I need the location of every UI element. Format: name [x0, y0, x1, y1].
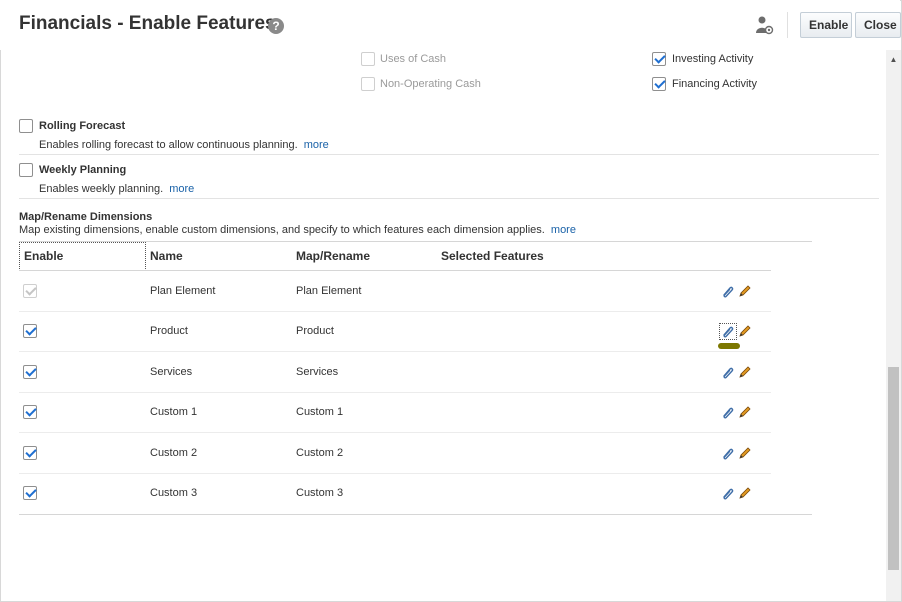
content-area: Uses of Cash Non-Operating Cash Investin… — [0, 50, 886, 602]
financing-activity-checkbox[interactable] — [652, 77, 666, 91]
row-divider — [19, 351, 771, 352]
investing-activity-checkbox[interactable] — [652, 52, 666, 66]
row-enable-checkbox — [23, 284, 37, 298]
row-name: Services — [150, 366, 193, 378]
weekly-planning-description: Enables weekly planning. more — [39, 183, 194, 195]
scrollbar-thumb[interactable] — [888, 367, 899, 570]
row-map-rename[interactable]: Custom 3 — [296, 487, 343, 499]
row-map-rename[interactable]: Custom 2 — [296, 447, 343, 459]
row-divider — [19, 473, 771, 474]
paperclip-icon[interactable] — [721, 406, 735, 420]
rolling-forecast-more-link[interactable]: more — [304, 139, 329, 151]
row-map-rename[interactable]: Plan Element — [296, 285, 361, 297]
row-enable-checkbox[interactable] — [23, 365, 37, 379]
weekly-planning-checkbox[interactable] — [19, 163, 33, 177]
enable-column-header[interactable]: Enable — [24, 249, 63, 263]
pencil-icon[interactable] — [738, 446, 752, 460]
header-bottom-border — [19, 270, 771, 271]
weekly-planning-label: Weekly Planning — [39, 164, 127, 176]
page-title: Financials - Enable Features — [19, 13, 276, 34]
row-name: Plan Element — [150, 285, 216, 297]
row-divider — [19, 311, 771, 312]
paperclip-icon[interactable] — [721, 285, 735, 299]
pencil-icon[interactable] — [738, 324, 752, 338]
map-rename-description-text: Map existing dimensions, enable custom d… — [19, 224, 545, 236]
row-name: Product — [150, 325, 188, 337]
rolling-forecast-description-text: Enables rolling forecast to allow contin… — [39, 139, 298, 151]
row-map-rename[interactable]: Services — [296, 366, 338, 378]
header: Financials - Enable Features ? Enable Cl… — [0, 0, 901, 50]
uses-of-cash-checkbox — [361, 52, 375, 66]
vertical-scrollbar[interactable]: ▲ — [886, 50, 901, 601]
row-enable-checkbox[interactable] — [23, 324, 37, 338]
divider — [19, 154, 879, 155]
rolling-forecast-checkbox[interactable] — [19, 119, 33, 133]
non-operating-cash-checkbox — [361, 77, 375, 91]
help-icon[interactable]: ? — [268, 18, 284, 34]
paperclip-icon[interactable] — [721, 487, 735, 501]
row-divider — [19, 392, 771, 393]
pencil-icon[interactable] — [738, 405, 752, 419]
map-rename-description: Map existing dimensions, enable custom d… — [19, 224, 576, 236]
map-rename-column-header[interactable]: Map/Rename — [296, 249, 370, 263]
pencil-icon[interactable] — [738, 365, 752, 379]
enable-button[interactable]: Enable — [800, 12, 852, 38]
paperclip-icon[interactable] — [721, 325, 735, 339]
cursor-highlight-marker — [718, 343, 740, 349]
name-column-header[interactable]: Name — [150, 249, 183, 263]
row-map-rename[interactable]: Custom 1 — [296, 406, 343, 418]
investing-activity-label: Investing Activity — [672, 53, 754, 65]
map-rename-more-link[interactable]: more — [551, 224, 576, 236]
row-name: Custom 2 — [150, 447, 198, 459]
financing-activity-label: Financing Activity — [672, 78, 757, 90]
weekly-planning-more-link[interactable]: more — [169, 183, 194, 195]
close-button[interactable]: Close — [855, 12, 901, 38]
table-bottom-border — [19, 514, 812, 515]
pencil-icon[interactable] — [738, 284, 752, 298]
row-name: Custom 3 — [150, 487, 198, 499]
row-enable-checkbox[interactable] — [23, 486, 37, 500]
selected-features-column-header[interactable]: Selected Features — [441, 249, 544, 263]
scroll-up-arrow-icon[interactable]: ▲ — [886, 55, 901, 65]
row-enable-checkbox[interactable] — [23, 405, 37, 419]
rolling-forecast-description: Enables rolling forecast to allow contin… — [39, 139, 329, 151]
weekly-planning-description-text: Enables weekly planning. — [39, 183, 164, 195]
non-operating-cash-label: Non-Operating Cash — [380, 78, 481, 90]
row-name: Custom 1 — [150, 406, 198, 418]
divider — [19, 198, 879, 199]
map-rename-title: Map/Rename Dimensions — [19, 211, 153, 223]
paperclip-icon[interactable] — [721, 366, 735, 380]
row-map-rename[interactable]: Product — [296, 325, 334, 337]
rolling-forecast-label: Rolling Forecast — [39, 120, 126, 132]
row-divider — [19, 432, 771, 433]
user-settings-icon[interactable] — [754, 15, 774, 35]
paperclip-icon[interactable] — [721, 447, 735, 461]
pencil-icon[interactable] — [738, 486, 752, 500]
row-enable-checkbox[interactable] — [23, 446, 37, 460]
header-divider — [787, 12, 788, 38]
uses-of-cash-label: Uses of Cash — [380, 53, 447, 65]
